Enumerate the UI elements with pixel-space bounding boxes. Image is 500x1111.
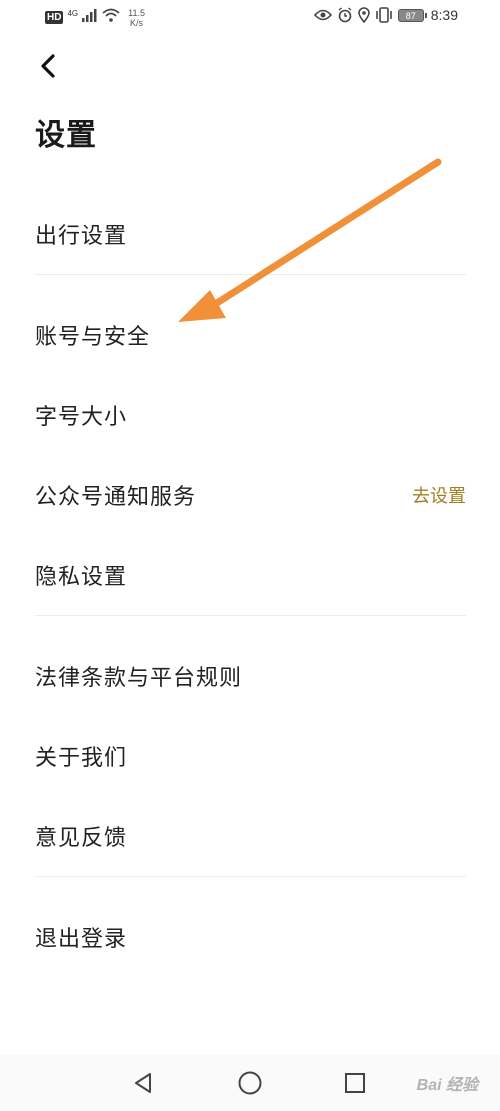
status-bar: HD 4G 11.5 K/s 87 8:39 (0, 0, 500, 36)
speed-unit: K/s (130, 18, 144, 28)
menu-item-label: 退出登录 (35, 927, 128, 952)
menu-item-font-size[interactable]: 字号大小 (0, 375, 500, 455)
clock: 8:39 (430, 7, 458, 23)
location-icon (357, 7, 370, 23)
vibrate-icon (375, 7, 392, 23)
eye-icon (313, 9, 332, 21)
system-nav-bar: Bai 经验 (0, 1055, 500, 1111)
menu-item-privacy-settings[interactable]: 隐私设置 (0, 535, 500, 615)
nav-back-button[interactable] (129, 1069, 157, 1097)
nav-home-button[interactable] (236, 1069, 264, 1097)
menu-item-label: 字号大小 (35, 405, 128, 430)
menu-item-legal-terms[interactable]: 法律条款与平台规则 (0, 636, 500, 716)
menu-item-label: 意见反馈 (35, 826, 128, 851)
nav-recents-button[interactable] (341, 1069, 369, 1097)
network-speed: 11.5 K/s (128, 8, 145, 28)
menu-item-label: 公众号通知服务 (35, 485, 197, 510)
hd-badge: HD (45, 11, 64, 24)
square-recents-icon (345, 1073, 365, 1093)
back-button[interactable] (30, 48, 66, 84)
go-settings-link[interactable]: 去设置 (412, 482, 466, 508)
watermark-logo: Bai 经验 (416, 1077, 478, 1094)
battery-indicator: 87 (397, 8, 427, 22)
page-title: 设置 (35, 118, 97, 153)
signal-icon (82, 9, 97, 22)
menu-item-label: 账号与安全 (35, 325, 151, 350)
menu-item-label: 出行设置 (35, 224, 128, 249)
speed-value: 11.5 (128, 8, 145, 18)
triangle-back-icon (135, 1073, 151, 1093)
menu-item-label: 关于我们 (35, 746, 128, 771)
chevron-left-icon (41, 54, 55, 78)
status-left: HD 4G 11.5 K/s (45, 8, 145, 28)
menu-item-feedback[interactable]: 意见反馈 (0, 796, 500, 876)
status-right: 87 8:39 (313, 7, 458, 23)
circle-home-icon (238, 1071, 262, 1095)
menu-item-logout[interactable]: 退出登录 (0, 897, 500, 977)
annotation-arrow-icon (178, 158, 442, 322)
wifi-icon (102, 8, 120, 22)
menu-item-label: 法律条款与平台规则 (35, 666, 243, 691)
network-type: 4G (67, 9, 79, 18)
menu-item-official-notifications[interactable]: 公众号通知服务 去设置 (0, 455, 500, 535)
menu-item-label: 隐私设置 (35, 565, 128, 590)
menu-item-about-us[interactable]: 关于我们 (0, 716, 500, 796)
alarm-icon (338, 7, 352, 23)
